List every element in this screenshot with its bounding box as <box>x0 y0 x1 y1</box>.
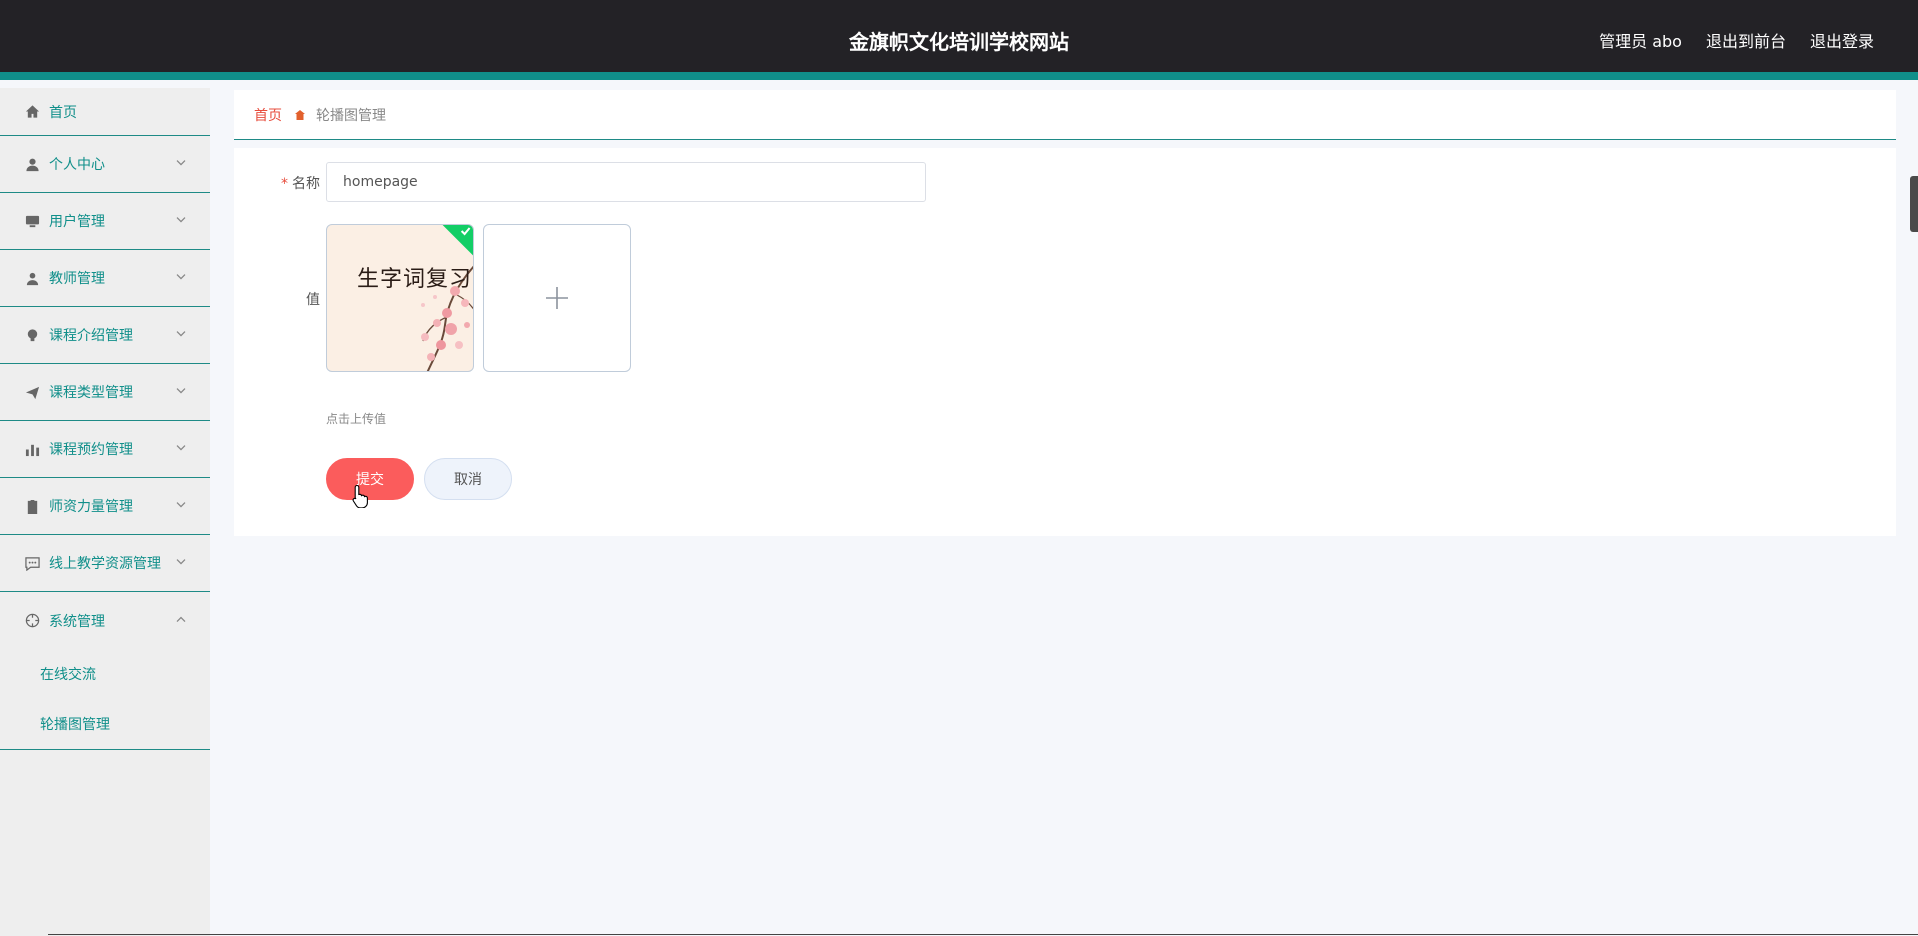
breadcrumb-current: 轮播图管理 <box>316 107 386 124</box>
hand-cursor-icon <box>352 484 368 508</box>
front-link[interactable]: 退出到前台 <box>1706 28 1786 52</box>
sidebar-item-home[interactable]: 首页 <box>0 88 210 136</box>
breadcrumb-home[interactable]: 首页 <box>254 105 282 125</box>
plus-icon <box>546 287 568 309</box>
submit-button[interactable]: 提交 <box>326 458 414 500</box>
logout-link[interactable]: 退出登录 <box>1810 28 1874 52</box>
chevron-up-icon <box>174 612 188 626</box>
value-label: 值 <box>306 292 320 308</box>
sidebar-item-label: 线上教学资源管理 <box>49 556 161 572</box>
edit-form: *名称 值 生字词复习 点击上传值 提交 取消 <box>234 148 1896 536</box>
system-submenu: 在线交流 轮播图管理 <box>0 649 210 750</box>
sidebar-item-users[interactable]: 用户管理 <box>0 193 210 250</box>
sidebar: 首页 个人中心 用户管理 教师管理 课程介绍管理 课程类型管理 课程预约管理 师… <box>0 88 210 936</box>
sidebar-item-label: 个人中心 <box>49 157 105 173</box>
sidebar-item-personal[interactable]: 个人中心 <box>0 136 210 193</box>
side-scroll-handle[interactable] <box>1910 176 1918 232</box>
cancel-button[interactable]: 取消 <box>424 458 512 500</box>
name-input[interactable] <box>326 162 926 202</box>
upload-hint: 点击上传值 <box>326 412 387 426</box>
chevron-down-icon <box>174 555 188 569</box>
send-icon <box>24 384 40 400</box>
bottom-divider <box>48 934 1918 935</box>
chevron-down-icon <box>174 327 188 341</box>
sidebar-item-label: 课程类型管理 <box>49 385 133 401</box>
sidebar-subitem-chat[interactable]: 在线交流 <box>0 649 210 699</box>
sidebar-item-teachers[interactable]: 教师管理 <box>0 250 210 307</box>
breadcrumb: 首页 轮播图管理 <box>234 90 1896 140</box>
sidebar-item-system[interactable]: 系统管理 <box>0 592 210 649</box>
home-icon <box>24 104 40 120</box>
upload-button[interactable] <box>483 224 631 372</box>
admin-label[interactable]: 管理员 abo <box>1599 28 1682 52</box>
sidebar-item-faculty[interactable]: 师资力量管理 <box>0 478 210 535</box>
chevron-down-icon <box>174 270 188 284</box>
sidebar-item-course-types[interactable]: 课程类型管理 <box>0 364 210 421</box>
sidebar-item-label: 师资力量管理 <box>49 499 133 515</box>
sidebar-item-course-intro[interactable]: 课程介绍管理 <box>0 307 210 364</box>
sidebar-item-label: 用户管理 <box>49 214 105 230</box>
chevron-down-icon <box>174 213 188 227</box>
crosshair-icon <box>24 613 40 629</box>
bar-chart-icon <box>24 441 40 457</box>
clipboard-icon <box>24 498 40 514</box>
chevron-down-icon <box>174 156 188 170</box>
sidebar-item-label: 课程预约管理 <box>49 442 133 458</box>
chevron-down-icon <box>174 498 188 512</box>
sidebar-subitem-carousel[interactable]: 轮播图管理 <box>0 699 210 749</box>
sidebar-item-label: 首页 <box>49 104 77 121</box>
user-icon <box>24 156 40 172</box>
check-icon <box>460 227 471 236</box>
teacher-icon <box>24 270 40 286</box>
plum-blossom-illustration <box>421 265 473 371</box>
uploaded-image[interactable]: 生字词复习 <box>326 224 474 372</box>
bulb-icon <box>24 327 40 343</box>
chevron-down-icon <box>174 384 188 398</box>
thumbnail-caption: 生字词复习 <box>357 267 473 292</box>
sidebar-item-course-booking[interactable]: 课程预约管理 <box>0 421 210 478</box>
house-icon <box>294 109 306 121</box>
monitor-icon <box>24 213 40 229</box>
chat-icon <box>24 555 40 571</box>
top-header: 金旗帜文化培训学校网站 管理员 abo 退出到前台 退出登录 <box>0 0 1918 80</box>
header-actions: 管理员 abo 退出到前台 退出登录 <box>1599 28 1874 52</box>
sidebar-item-label: 课程介绍管理 <box>49 328 133 344</box>
sidebar-item-label: 教师管理 <box>49 271 105 287</box>
chevron-down-icon <box>174 441 188 455</box>
sidebar-item-label: 系统管理 <box>49 613 105 630</box>
name-label: * 名称 <box>281 176 320 192</box>
sidebar-item-online-resources[interactable]: 线上教学资源管理 <box>0 535 210 592</box>
